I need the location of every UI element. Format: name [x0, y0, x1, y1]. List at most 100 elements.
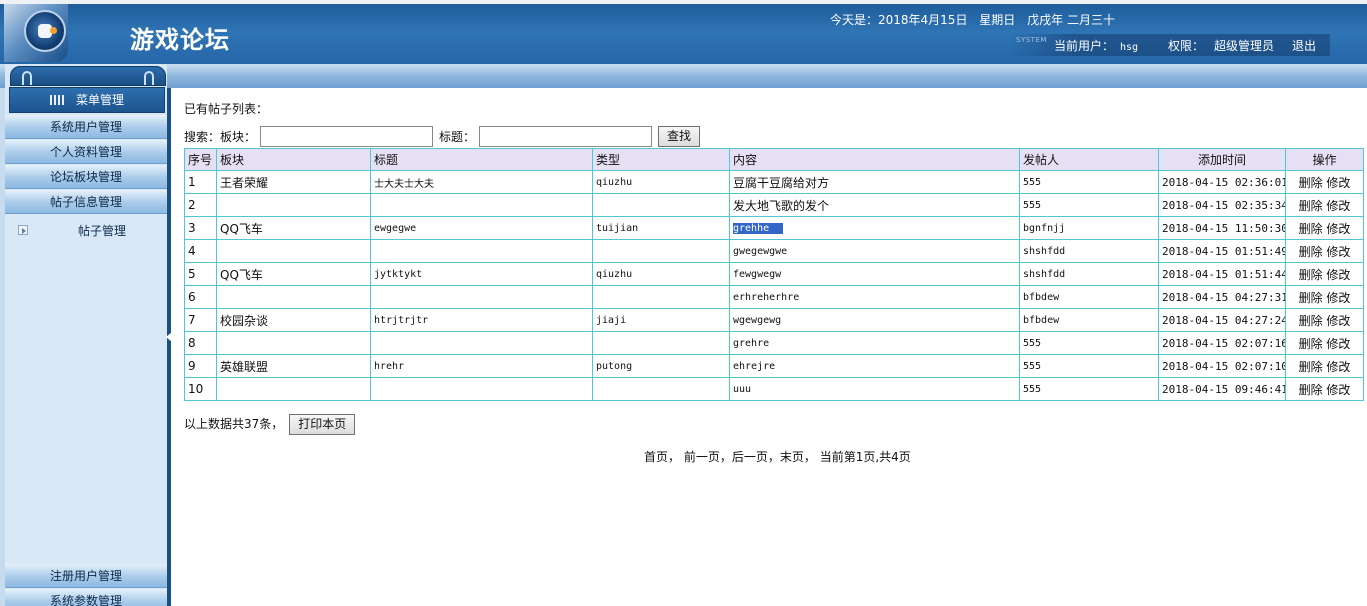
edit-link[interactable]: 修改	[1326, 314, 1350, 328]
row-number: 10	[184, 377, 217, 401]
date-line: 今天是：2018年4月15日 星期日 戊戌年 二月三十	[830, 11, 1123, 28]
sidebar-item-posts[interactable]: 帖子信息管理	[5, 190, 167, 214]
time-cell: 2018-04-15 02:35:34	[1158, 193, 1286, 217]
content-cell-text: grehre	[733, 337, 770, 349]
column-header: 操作	[1285, 148, 1364, 171]
delete-link[interactable]: 删除	[1299, 337, 1323, 351]
search-board-input[interactable]	[260, 126, 434, 147]
sidebar-item-system-users[interactable]: 系统用户管理	[5, 115, 167, 139]
content-cell: fewgwegw	[729, 262, 1020, 286]
type-cell: tuijian	[592, 216, 730, 240]
edit-link[interactable]: 修改	[1326, 360, 1350, 374]
type-cell-text: putong	[596, 360, 633, 372]
type-cell-text: qiuzhu	[596, 268, 633, 280]
row-number-text: 3	[188, 221, 196, 235]
edit-link[interactable]: 修改	[1326, 383, 1350, 397]
time-cell-text: 2018-04-15 04:27:24	[1162, 313, 1286, 327]
edit-link[interactable]: 修改	[1326, 268, 1350, 282]
pagination: 首页， 前一页，后一页，末页， 当前第1页,共4页	[644, 448, 911, 465]
time-cell: 2018-04-15 04:27:24	[1158, 308, 1286, 332]
edit-link[interactable]: 修改	[1326, 222, 1350, 236]
print-button[interactable]: 打印本页	[289, 414, 356, 435]
collapse-arrow-icon[interactable]	[166, 332, 172, 342]
edit-link[interactable]: 修改	[1326, 176, 1350, 190]
pager-prev[interactable]: 前一页	[684, 450, 720, 464]
delete-link[interactable]: 删除	[1299, 291, 1323, 305]
row-number-text: 1	[188, 175, 196, 189]
delete-link[interactable]: 删除	[1299, 383, 1323, 397]
column-header: 类型	[592, 148, 730, 171]
sidebar-item-system-params[interactable]: 系统参数管理	[5, 589, 167, 606]
actions-cell: 删除 修改	[1285, 193, 1364, 217]
delete-link[interactable]: 删除	[1299, 268, 1323, 282]
row-number: 2	[184, 193, 217, 217]
board-cell	[216, 239, 371, 263]
type-cell: qiuzhu	[592, 262, 730, 286]
actions-cell: 删除 修改	[1285, 285, 1364, 309]
board-cell	[216, 193, 371, 217]
edit-link[interactable]: 修改	[1326, 199, 1350, 213]
time-cell-text: 2018-04-15 09:46:41	[1162, 382, 1286, 396]
time-cell: 2018-04-15 09:46:41	[1158, 377, 1286, 401]
table-row: 9 英雄联盟 hrehr putong ehrejre 555 2018-04-15 02:…	[184, 354, 1364, 378]
row-number-text: 2	[188, 198, 196, 212]
delete-link[interactable]: 删除	[1299, 222, 1323, 236]
sidebar-subitem-label: 帖子管理	[78, 224, 127, 238]
app-title: 游戏论坛	[130, 25, 230, 54]
edit-link[interactable]: 修改	[1326, 245, 1350, 259]
time-cell: 2018-04-15 02:07:10	[1158, 354, 1286, 378]
search-title-input[interactable]	[479, 126, 653, 147]
title-cell	[370, 377, 593, 401]
posts-table: 序号 板块 标题 类型 内容 发帖人 添加时间 操作 1 王者荣耀 士大夫士大夫 qi…	[184, 148, 1364, 401]
delete-link[interactable]: 删除	[1299, 176, 1323, 190]
edit-link[interactable]: 修改	[1326, 337, 1350, 351]
sidebar-subitem-post-manage[interactable]: 帖子管理	[18, 222, 166, 240]
edit-link[interactable]: 修改	[1326, 291, 1350, 305]
poster-cell-text: bgnfnjj	[1023, 222, 1066, 234]
poster-cell: 555	[1019, 170, 1159, 194]
pager-last[interactable]: 末页，	[780, 450, 816, 464]
title-cell-text: hrehr	[374, 360, 405, 372]
content-cell-text: erhreherhre	[733, 291, 800, 303]
row-number-text: 6	[188, 290, 196, 304]
search-title-label: 标题：	[439, 130, 476, 144]
time-cell: 2018-04-15 02:07:16	[1158, 331, 1286, 355]
row-number-text: 4	[188, 244, 196, 258]
sidebar-divider[interactable]	[167, 88, 171, 606]
delete-link[interactable]: 删除	[1299, 245, 1323, 259]
row-number-text: 5	[188, 267, 196, 281]
board-cell	[216, 331, 371, 355]
delete-link[interactable]: 删除	[1299, 314, 1323, 328]
board-cell: QQ飞车	[216, 262, 371, 286]
title-cell-text: ewgegwe	[374, 222, 417, 234]
delete-link[interactable]: 删除	[1299, 360, 1323, 374]
column-header: 内容	[729, 148, 1020, 171]
title-cell	[370, 193, 593, 217]
search-button[interactable]: 查找	[658, 126, 701, 147]
content-cell-text: gwegewgwe	[733, 245, 788, 257]
poster-cell-text: 555	[1023, 337, 1042, 349]
delete-link[interactable]: 删除	[1299, 199, 1323, 213]
pager-next[interactable]: ，后一页，	[720, 450, 780, 464]
title-cell: jytktykt	[370, 262, 593, 286]
header-sub-bar	[0, 64, 1367, 88]
poster-cell-text: 555	[1023, 199, 1042, 211]
sidebar-item-registered-users[interactable]: 注册用户管理	[5, 564, 167, 588]
logout-link[interactable]: 退出	[1292, 37, 1316, 54]
time-cell-text: 2018-04-15 02:36:01	[1162, 175, 1286, 189]
column-header: 标题	[370, 148, 593, 171]
expand-arrow-icon	[18, 225, 28, 235]
content-cell-text: fewgwegw	[733, 268, 782, 280]
sidebar-item-profile[interactable]: 个人资料管理	[5, 140, 167, 164]
actions-cell: 删除 修改	[1285, 216, 1364, 240]
content-cell-text: 豆腐干豆腐给对方	[733, 175, 830, 190]
row-number: 4	[184, 239, 217, 263]
pager-status: 当前第1页,共4页	[819, 450, 911, 464]
column-header: 板块	[216, 148, 371, 171]
time-cell: 2018-04-15 01:51:44	[1158, 262, 1286, 286]
content-cell-text: wgewgewg	[733, 314, 782, 326]
pager-first[interactable]: 首页，	[644, 450, 680, 464]
sidebar-item-boards[interactable]: 论坛板块管理	[5, 165, 167, 189]
menu-header[interactable]: 菜单管理	[9, 87, 165, 113]
title-cell	[370, 285, 593, 309]
